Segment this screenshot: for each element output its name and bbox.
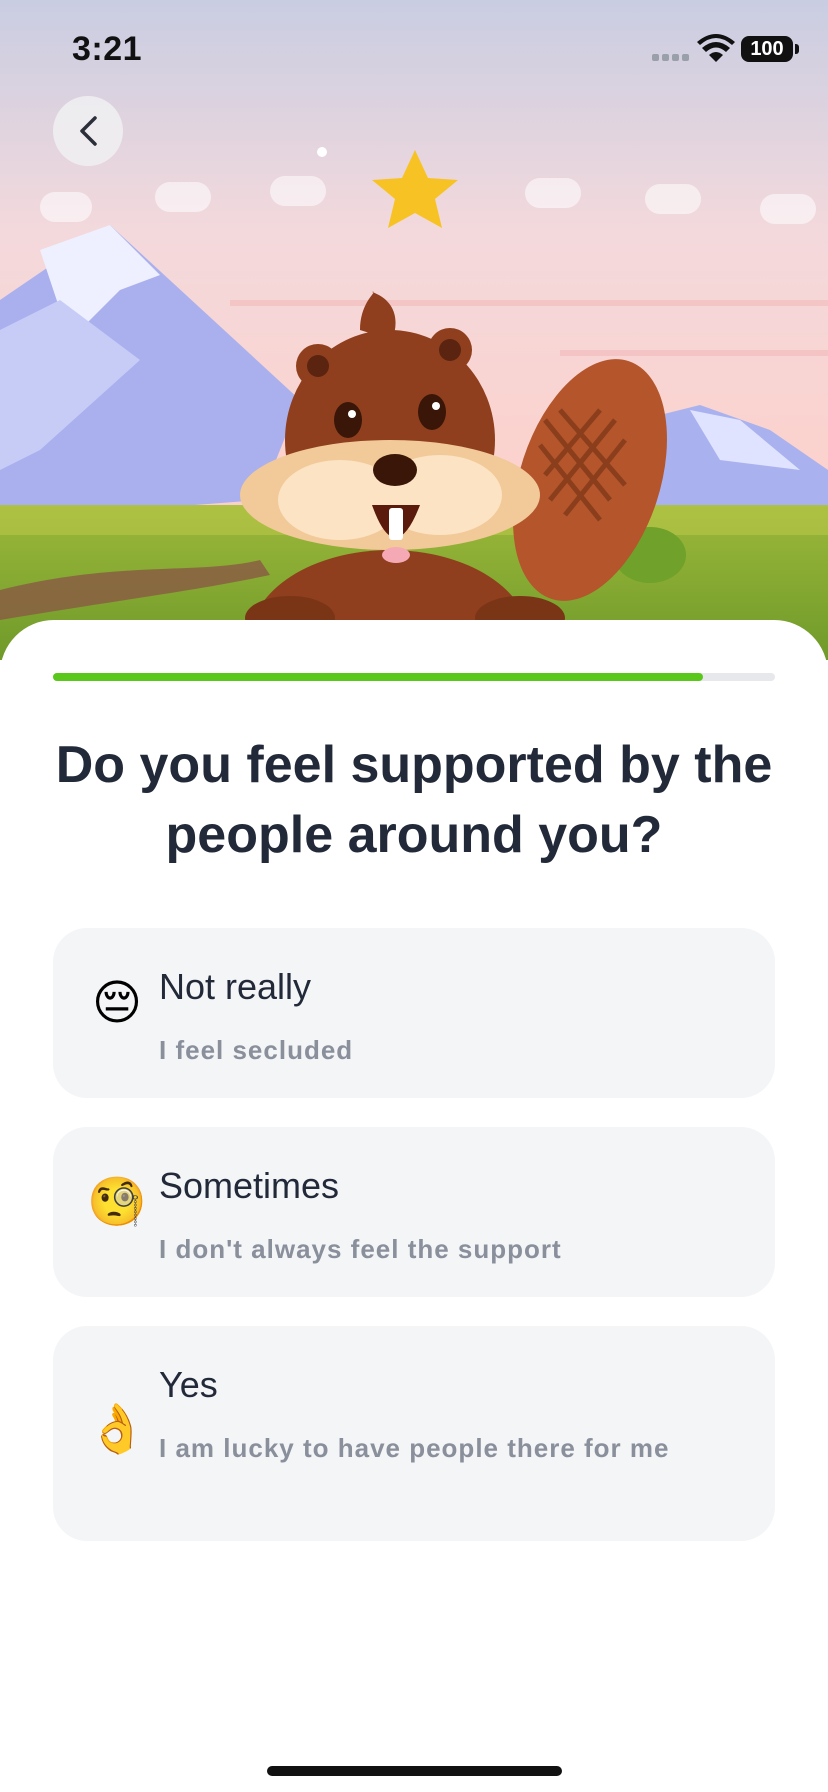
battery-icon: 100: [741, 36, 793, 62]
question-sheet: Do you feel supported by the people arou…: [0, 620, 828, 1792]
ok-hand-icon: 👌: [87, 1403, 147, 1456]
option-not-really[interactable]: 😔 Not really I feel secluded: [53, 928, 775, 1098]
progress-bar: [53, 673, 775, 681]
option-title: Not really: [159, 966, 312, 1007]
battery-level: 100: [750, 37, 784, 60]
option-subtitle: I don't always feel the support: [159, 1234, 562, 1264]
monocle-face-icon: 🧐: [87, 1176, 147, 1229]
status-bar: 3:21 100: [0, 0, 828, 100]
back-button[interactable]: [53, 96, 123, 166]
option-sometimes[interactable]: 🧐 Sometimes I don't always feel the supp…: [53, 1127, 775, 1297]
option-subtitle: I am lucky to have people there for me: [159, 1433, 670, 1463]
home-indicator: [267, 1766, 562, 1776]
progress-fill: [53, 673, 703, 681]
wifi-icon: [697, 34, 735, 62]
option-subtitle: I feel secluded: [159, 1035, 354, 1065]
cellular-signal-icon: [652, 54, 692, 62]
status-time: 3:21: [72, 30, 143, 68]
chevron-left-icon: [80, 116, 97, 146]
option-title: Yes: [159, 1364, 218, 1405]
pensive-face-icon: 😔: [91, 977, 143, 1030]
question-title: Do you feel supported by the people arou…: [55, 736, 773, 864]
battery-tip: [795, 44, 799, 54]
option-title: Sometimes: [159, 1165, 340, 1206]
option-yes[interactable]: 👌 Yes I am lucky to have people there fo…: [53, 1326, 775, 1541]
